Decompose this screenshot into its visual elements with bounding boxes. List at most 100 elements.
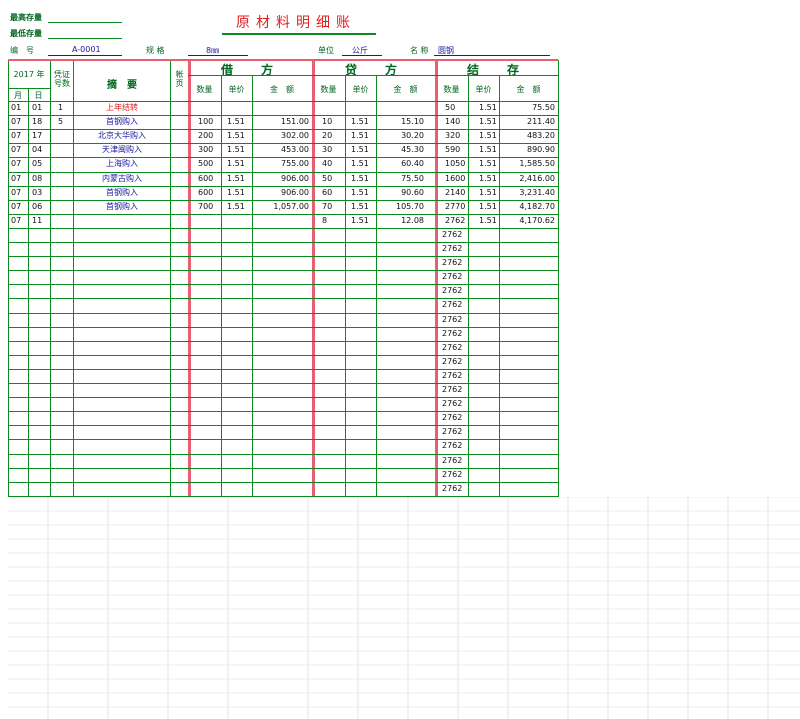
cell-summary[interactable]: 首钢购入 — [74, 115, 170, 129]
cell-month[interactable]: 07 — [11, 186, 27, 200]
cell-balance-qty[interactable]: 2762 — [442, 383, 466, 397]
cell-debit-amount[interactable]: 151.00 — [252, 115, 309, 129]
cell-balance-qty[interactable]: 1050 — [445, 157, 467, 171]
cell-debit-price[interactable]: 1.51 — [227, 143, 249, 157]
cell-summary[interactable]: 内蒙古购入 — [74, 172, 170, 186]
cell-credit-amount[interactable]: 45.30 — [376, 143, 424, 157]
cell-credit-amount[interactable]: 12.08 — [376, 214, 424, 228]
cell-debit-amount[interactable]: 453.00 — [252, 143, 309, 157]
cell-balance-qty[interactable]: 2762 — [442, 242, 466, 256]
cell-credit-amount[interactable]: 75.50 — [376, 172, 424, 186]
cell-balance-amount[interactable]: 75.50 — [499, 101, 555, 115]
cell-credit-qty[interactable]: 60 — [322, 186, 344, 200]
cell-credit-amount[interactable]: 60.40 — [376, 157, 424, 171]
cell-credit-price[interactable]: 1.51 — [351, 186, 373, 200]
cell-balance-price[interactable]: 1.51 — [479, 115, 501, 129]
cell-balance-qty[interactable]: 2762 — [442, 411, 466, 425]
cell-balance-amount[interactable]: 1,585.50 — [499, 157, 555, 171]
cell-credit-amount[interactable]: 90.60 — [376, 186, 424, 200]
cell-balance-qty[interactable]: 590 — [445, 143, 467, 157]
cell-balance-amount[interactable]: 2,416.00 — [499, 172, 555, 186]
cell-debit-price[interactable]: 1.51 — [227, 186, 249, 200]
cell-balance-qty[interactable]: 2762 — [442, 355, 466, 369]
cell-balance-amount[interactable]: 483.20 — [499, 129, 555, 143]
cell-credit-qty[interactable]: 70 — [322, 200, 344, 214]
cell-balance-price[interactable]: 1.51 — [479, 129, 501, 143]
cell-credit-qty[interactable]: 40 — [322, 157, 344, 171]
cell-debit-qty[interactable]: 600 — [198, 172, 220, 186]
cell-day[interactable]: 01 — [32, 101, 48, 115]
cell-balance-qty[interactable]: 2762 — [442, 397, 466, 411]
cell-debit-qty[interactable]: 500 — [198, 157, 220, 171]
cell-balance-qty[interactable]: 2762 — [442, 228, 466, 242]
cell-day[interactable]: 04 — [32, 143, 48, 157]
cell-debit-price[interactable]: 1.51 — [227, 129, 249, 143]
cell-credit-amount[interactable]: 15.10 — [376, 115, 424, 129]
cell-debit-price[interactable]: 1.51 — [227, 157, 249, 171]
cell-day[interactable]: 08 — [32, 172, 48, 186]
cell-balance-amount[interactable]: 890.90 — [499, 143, 555, 157]
cell-credit-qty[interactable]: 10 — [322, 115, 344, 129]
code-value[interactable]: A-0001 — [72, 45, 101, 54]
cell-summary[interactable]: 上海购入 — [74, 157, 170, 171]
cell-credit-amount[interactable]: 30.20 — [376, 129, 424, 143]
cell-balance-price[interactable]: 1.51 — [479, 143, 501, 157]
cell-balance-qty[interactable]: 2762 — [442, 482, 466, 496]
cell-credit-qty[interactable]: 30 — [322, 143, 344, 157]
cell-day[interactable]: 03 — [32, 186, 48, 200]
cell-credit-price[interactable]: 1.51 — [351, 214, 373, 228]
cell-summary[interactable]: 上年结转 — [74, 101, 170, 115]
cell-balance-qty[interactable]: 2762 — [442, 327, 466, 341]
cell-credit-amount[interactable]: 105.70 — [376, 200, 424, 214]
cell-voucher[interactable]: 1 — [58, 101, 70, 115]
cell-credit-price[interactable]: 1.51 — [351, 129, 373, 143]
cell-debit-price[interactable]: 1.51 — [227, 172, 249, 186]
cell-day[interactable]: 17 — [32, 129, 48, 143]
cell-credit-price[interactable]: 1.51 — [351, 143, 373, 157]
cell-debit-price[interactable]: 1.51 — [227, 115, 249, 129]
cell-balance-qty[interactable]: 320 — [445, 129, 467, 143]
cell-month[interactable]: 07 — [11, 200, 27, 214]
cell-balance-qty[interactable]: 2762 — [442, 270, 466, 284]
cell-balance-qty[interactable]: 140 — [445, 115, 467, 129]
cell-voucher[interactable]: 5 — [58, 115, 70, 129]
cell-debit-price[interactable]: 1.51 — [227, 200, 249, 214]
cell-balance-qty[interactable]: 2762 — [442, 425, 466, 439]
cell-credit-qty[interactable]: 20 — [322, 129, 344, 143]
cell-debit-amount[interactable]: 755.00 — [252, 157, 309, 171]
cell-balance-qty[interactable]: 2762 — [442, 256, 466, 270]
cell-summary[interactable]: 北京大华购入 — [74, 129, 170, 143]
cell-balance-qty[interactable]: 50 — [445, 101, 467, 115]
cell-day[interactable]: 11 — [32, 214, 48, 228]
cell-balance-qty[interactable]: 2762 — [442, 454, 466, 468]
cell-debit-qty[interactable]: 700 — [198, 200, 220, 214]
cell-debit-amount[interactable]: 906.00 — [252, 172, 309, 186]
cell-debit-qty[interactable]: 300 — [198, 143, 220, 157]
cell-credit-price[interactable]: 1.51 — [351, 157, 373, 171]
cell-month[interactable]: 07 — [11, 214, 27, 228]
cell-credit-price[interactable]: 1.51 — [351, 172, 373, 186]
cell-credit-qty[interactable]: 8 — [322, 214, 344, 228]
cell-balance-qty[interactable]: 2762 — [445, 214, 467, 228]
cell-balance-price[interactable]: 1.51 — [479, 101, 501, 115]
cell-credit-qty[interactable]: 50 — [322, 172, 344, 186]
cell-debit-amount[interactable]: 302.00 — [252, 129, 309, 143]
cell-month[interactable]: 07 — [11, 129, 27, 143]
cell-balance-qty[interactable]: 1600 — [445, 172, 467, 186]
cell-balance-qty[interactable]: 2762 — [442, 341, 466, 355]
cell-balance-amount[interactable]: 4,182.70 — [499, 200, 555, 214]
cell-balance-qty[interactable]: 2762 — [442, 313, 466, 327]
max-stock-field[interactable] — [48, 22, 122, 23]
cell-debit-amount[interactable]: 1,057.00 — [252, 200, 309, 214]
cell-day[interactable]: 05 — [32, 157, 48, 171]
cell-month[interactable]: 07 — [11, 157, 27, 171]
cell-balance-amount[interactable]: 3,231.40 — [499, 186, 555, 200]
cell-day[interactable]: 18 — [32, 115, 48, 129]
cell-month[interactable]: 07 — [11, 115, 27, 129]
cell-month[interactable]: 07 — [11, 143, 27, 157]
cell-balance-amount[interactable]: 4,170.62 — [499, 214, 555, 228]
cell-debit-amount[interactable]: 906.00 — [252, 186, 309, 200]
cell-balance-price[interactable]: 1.51 — [479, 200, 501, 214]
cell-month[interactable]: 01 — [11, 101, 27, 115]
cell-balance-qty[interactable]: 2762 — [442, 298, 466, 312]
